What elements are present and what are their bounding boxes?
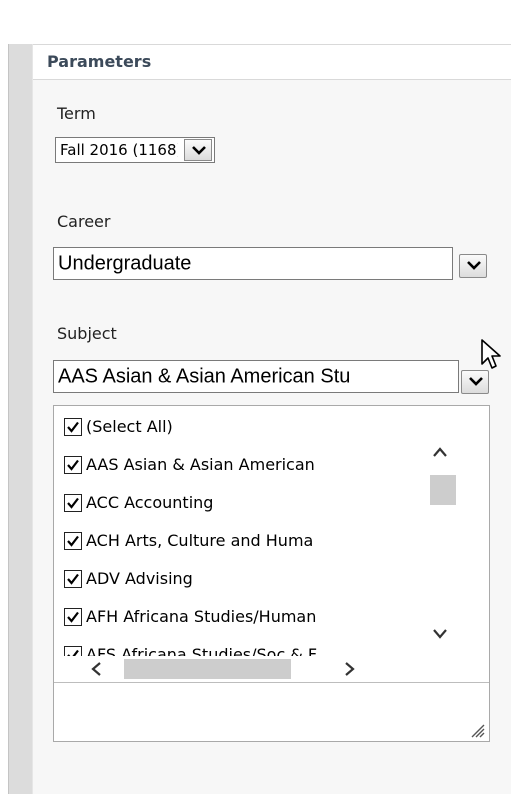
subject-select[interactable]: AAS Asian & Asian American Stu: [53, 360, 459, 393]
panel-splitter[interactable]: [8, 44, 34, 794]
chevron-down-icon: [192, 146, 206, 155]
horizontal-scroll-thumb[interactable]: [124, 659, 291, 679]
term-select-value: Fall 2016 (1168): [60, 141, 178, 159]
subject-select-value: AAS Asian & Asian American Stu: [58, 365, 351, 387]
list-item[interactable]: AAS Asian & Asian American: [60, 452, 424, 480]
term-dropdown-button[interactable]: [184, 139, 212, 161]
checkmark-icon: [67, 649, 79, 656]
subject-options-viewport: (Select All) AAS Asian & Asian American …: [54, 406, 424, 656]
list-item[interactable]: ADV Advising: [60, 566, 424, 594]
checkmark-icon: [67, 421, 79, 433]
list-item[interactable]: AFS Africana Studies/Soc & F: [60, 642, 424, 656]
chevron-right-icon[interactable]: [344, 661, 356, 677]
checkbox[interactable]: [64, 456, 82, 474]
horizontal-scrollbar[interactable]: [54, 656, 426, 679]
panel-title: Parameters: [47, 52, 152, 71]
subject-label: Subject: [57, 324, 117, 343]
chevron-down-icon[interactable]: [432, 628, 448, 640]
list-item-label: (Select All): [86, 417, 173, 436]
vertical-scrollbar[interactable]: [427, 406, 456, 654]
report-viewer: Parameters Term Fall 2016 (1168) Career …: [0, 0, 511, 794]
checkbox[interactable]: [64, 570, 82, 588]
list-item[interactable]: ACH Arts, Culture and Huma: [60, 528, 424, 556]
vertical-scroll-thumb[interactable]: [430, 475, 456, 505]
list-item[interactable]: (Select All): [60, 414, 424, 442]
checkbox[interactable]: [64, 646, 82, 656]
checkbox[interactable]: [64, 608, 82, 626]
panel-header: Parameters: [33, 44, 511, 80]
checkbox[interactable]: [64, 418, 82, 436]
mouse-pointer-icon: [481, 339, 501, 369]
list-item-label: AFH Africana Studies/Human: [86, 607, 317, 626]
career-label: Career: [57, 212, 111, 231]
checkbox[interactable]: [64, 532, 82, 550]
chevron-down-icon: [469, 377, 483, 386]
checkmark-icon: [67, 573, 79, 585]
career-select[interactable]: Undergraduate: [53, 247, 453, 280]
checkmark-icon: [67, 535, 79, 547]
list-footer: [54, 682, 489, 742]
career-select-value: Undergraduate: [58, 252, 192, 274]
chevron-down-icon: [467, 261, 481, 270]
chevron-left-icon[interactable]: [90, 661, 102, 677]
list-item-label: AAS Asian & Asian American: [86, 455, 315, 474]
checkbox[interactable]: [64, 494, 82, 512]
chevron-up-icon[interactable]: [432, 446, 448, 458]
subject-dropdown-button[interactable]: [461, 370, 489, 394]
term-label: Term: [57, 104, 96, 123]
list-item-label: AFS Africana Studies/Soc & F: [86, 645, 318, 656]
subject-options-list[interactable]: (Select All) AAS Asian & Asian American …: [53, 405, 490, 742]
list-item-label: ACC Accounting: [86, 493, 214, 512]
term-select[interactable]: Fall 2016 (1168): [55, 137, 215, 163]
parameters-panel: Parameters Term Fall 2016 (1168) Career …: [32, 44, 511, 794]
checkmark-icon: [67, 611, 79, 623]
checkmark-icon: [67, 497, 79, 509]
list-item[interactable]: AFH Africana Studies/Human: [60, 604, 424, 632]
resize-grip-icon[interactable]: [469, 722, 485, 738]
career-dropdown-button[interactable]: [459, 254, 487, 278]
list-item-label: ADV Advising: [86, 569, 193, 588]
list-item[interactable]: ACC Accounting: [60, 490, 424, 518]
list-item-label: ACH Arts, Culture and Huma: [86, 531, 314, 550]
checkmark-icon: [67, 459, 79, 471]
